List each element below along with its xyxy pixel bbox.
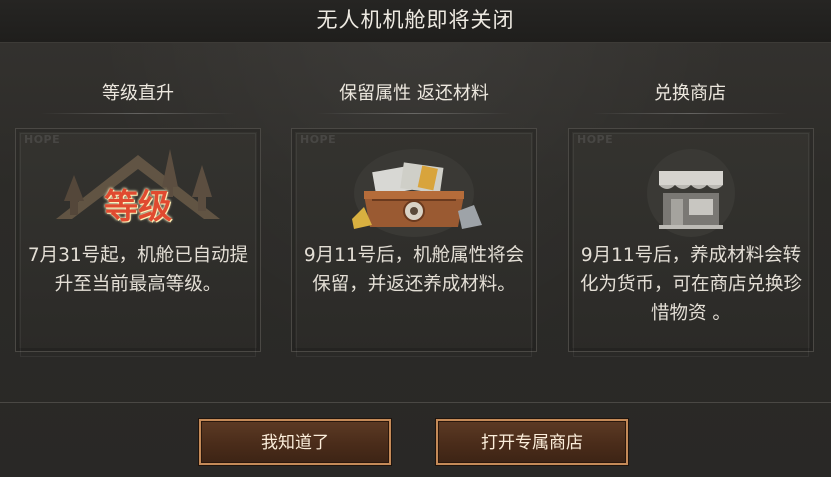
heading-exchange-shop: 兑换商店 bbox=[568, 80, 812, 114]
treasure-chest-icon bbox=[352, 149, 482, 237]
level-badge-label: 等级 bbox=[104, 187, 172, 227]
title-bar: 无人机机舱即将关闭 bbox=[0, 0, 831, 43]
dialog-title: 无人机机舱即将关闭 bbox=[316, 8, 515, 32]
heading-level-up: 等级直升 bbox=[16, 80, 260, 114]
shop-art bbox=[569, 137, 813, 237]
card-exchange-shop-text: 9月11号后，养成材料会转化为货币，可在商店兑换珍惜物资 。 bbox=[579, 245, 802, 324]
heading-keep-attributes: 保留属性 返还材料 bbox=[292, 80, 536, 114]
i-understand-button[interactable]: 我知道了 bbox=[199, 419, 391, 465]
card-level-up-text: 7月31号起，机舱已自动提升至当前最高等级。 bbox=[27, 245, 249, 295]
card-exchange-shop: HOPE 9月11号后，养成材料会转化为货币，可在商店兑换珍惜物资 。 bbox=[568, 128, 814, 357]
shop-icon bbox=[647, 149, 735, 237]
dialog: 无人机机舱即将关闭 等级直升 保留属性 返还材料 兑换商店 HOPE 等级 7月… bbox=[0, 0, 831, 477]
material-chest-art bbox=[292, 137, 536, 237]
card-level-up: HOPE 等级 7月31号起，机舱已自动提升至当前最高等级。 bbox=[15, 128, 261, 357]
footer-divider bbox=[0, 402, 831, 403]
level-up-art: 等级 bbox=[16, 137, 260, 237]
card-keep-attributes-text: 9月11号后，机舱属性将会保留，并返还养成材料。 bbox=[303, 245, 525, 295]
open-exclusive-shop-button[interactable]: 打开专属商店 bbox=[436, 419, 628, 465]
card-keep-attributes: HOPE 9月11号后，机舱属性将会保留，并返还养成材料。 bbox=[291, 128, 537, 357]
